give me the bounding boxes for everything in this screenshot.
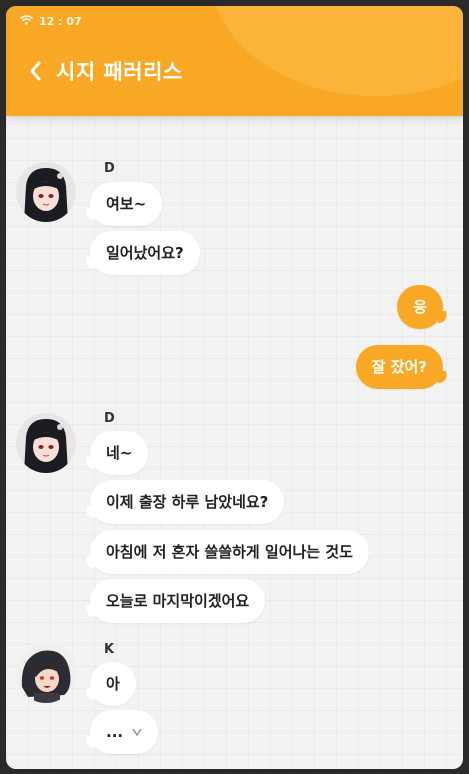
sender-name: K [104,642,115,657]
sender-name: D [104,161,115,176]
message-bubble-mine[interactable]: 응 [397,285,443,329]
message-bubble[interactable]: 아침에 저 혼자 쓸쓸하게 일어나는 것도 [90,530,369,574]
wifi-icon [19,14,34,28]
chat-header: 12 : 07 시지 패러리스 [6,6,463,116]
message-bubble[interactable]: 아 [90,662,136,706]
message-bubble[interactable]: 이제 출장 하루 남았네요? [90,480,285,524]
message-bubble[interactable]: 일어났어요? [90,231,200,275]
chevron-left-icon [30,61,41,81]
back-button[interactable] [24,58,46,84]
chevron-down-icon [132,726,142,740]
status-time: 12 : 07 [39,14,82,28]
message-bubble[interactable]: 네~ [90,431,149,475]
avatar-d[interactable] [16,162,76,222]
message-bubble[interactable]: 오늘로 마지막이겠어요 [90,579,266,623]
typing-text: ... [106,723,124,741]
phone-screen: 12 : 07 시지 패러리스 D 여보~ 일어났어요? 응 잘 잤어? D 네… [6,6,463,769]
page-title: 시지 패러리스 [56,60,183,84]
avatar-k[interactable] [16,643,76,703]
message-bubble-mine[interactable]: 잘 잤어? [355,345,443,389]
avatar-d[interactable] [16,413,76,473]
message-bubble[interactable]: 여보~ [90,182,163,226]
message-bubble-typing[interactable]: ... [90,710,159,754]
sender-name: D [104,411,115,426]
header-decoration [211,6,463,96]
status-bar: 12 : 07 [19,13,82,29]
